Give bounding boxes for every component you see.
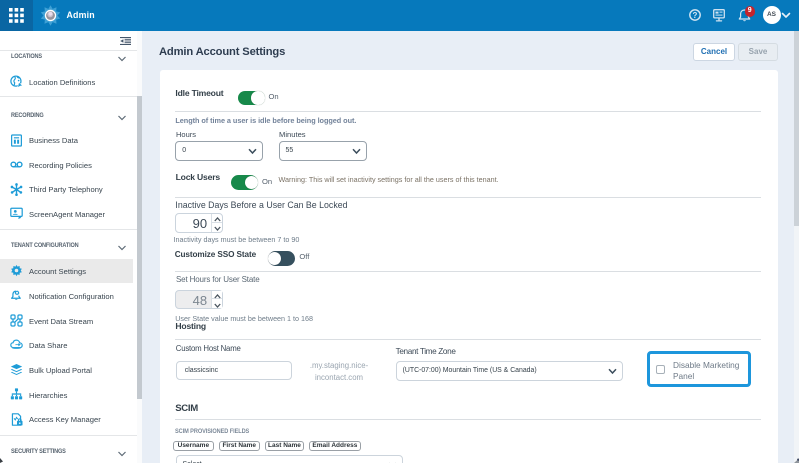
svg-text:?: ?: [693, 11, 698, 20]
